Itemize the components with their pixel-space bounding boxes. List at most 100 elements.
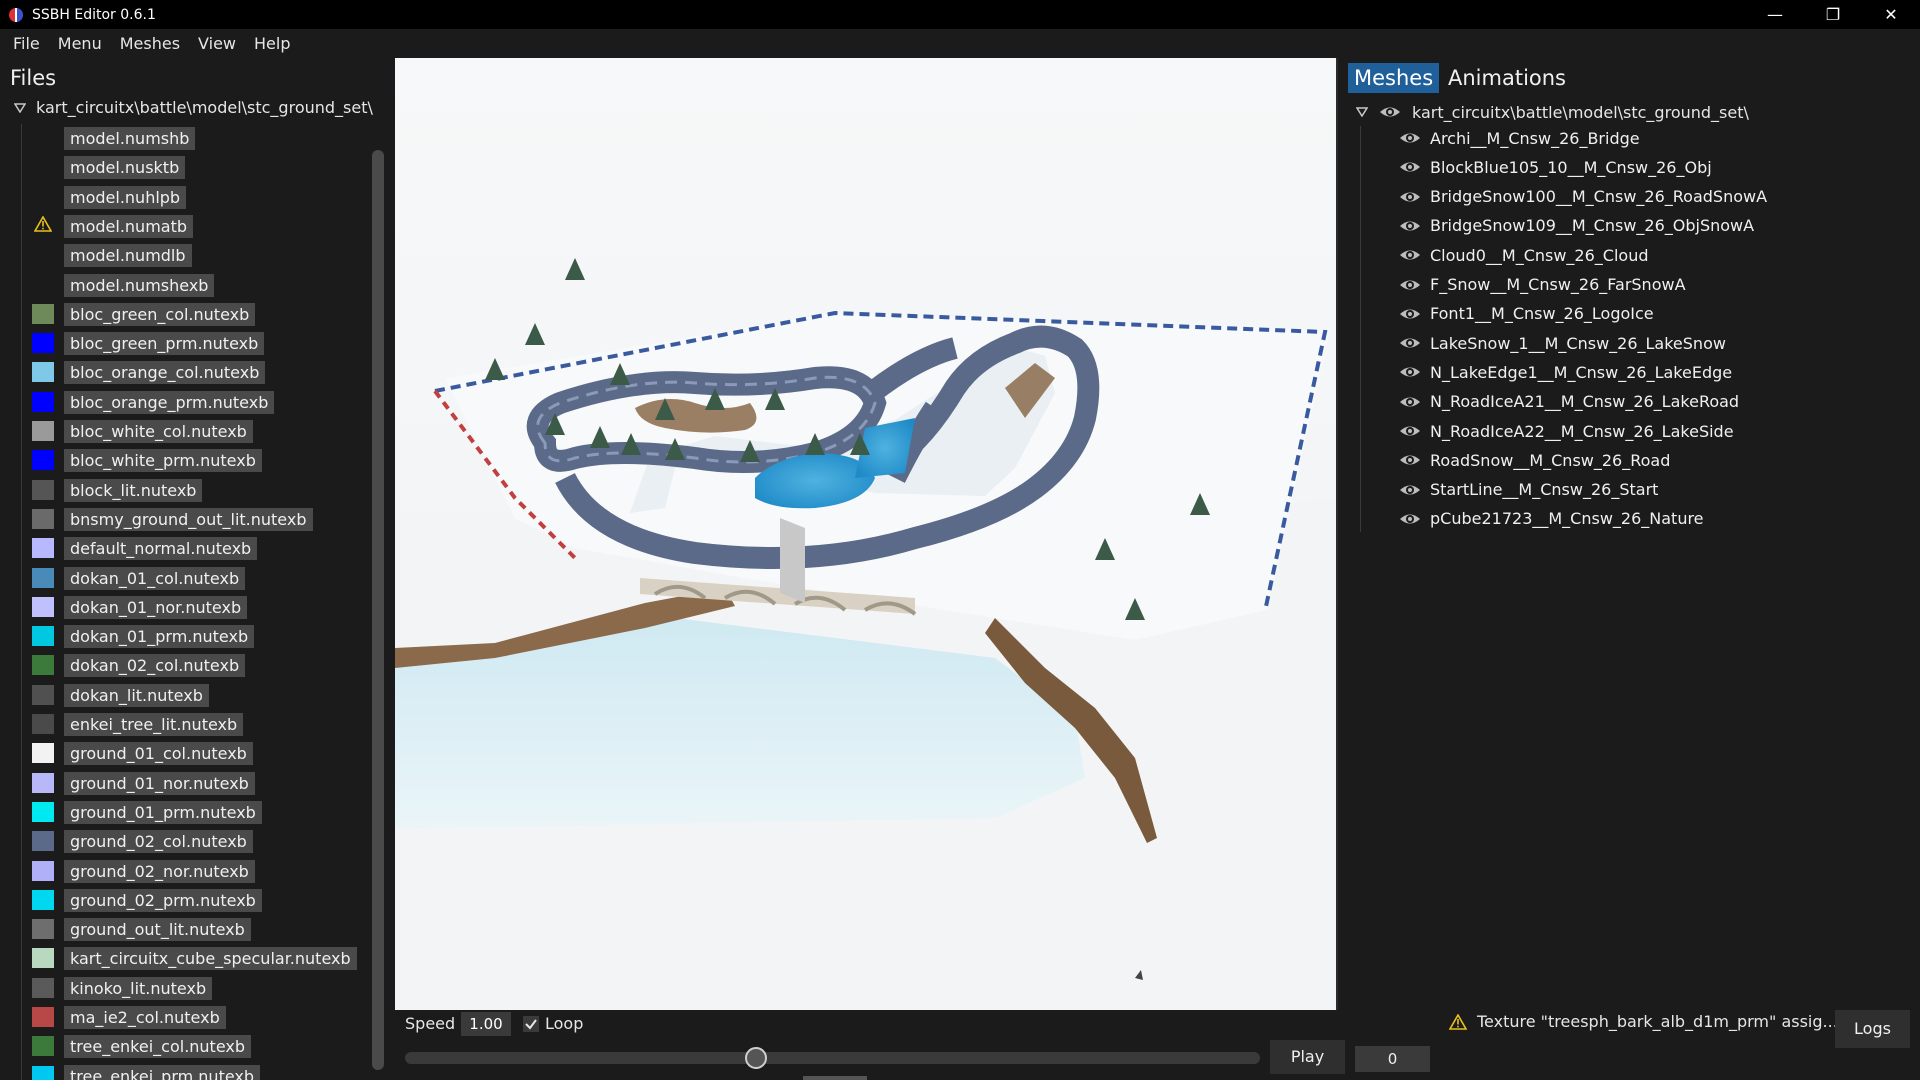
- file-list-item[interactable]: dokan_lit.nutexb: [0, 683, 378, 707]
- menu-bar: File Menu Meshes View Help: [0, 29, 1920, 58]
- menu-file[interactable]: File: [4, 34, 49, 53]
- eye-icon[interactable]: [1398, 155, 1422, 179]
- file-list-item[interactable]: ground_02_prm.nutexb: [0, 888, 378, 912]
- collapse-arrow-icon[interactable]: [14, 102, 26, 113]
- tab-meshes[interactable]: Meshes: [1348, 63, 1440, 93]
- mesh-root-folder[interactable]: kart_circuitx\battle\model\stc_ground_se…: [1356, 100, 1749, 124]
- mesh-list-item[interactable]: N_LakeEdge1__M_Cnsw_26_LakeEdge: [1398, 360, 1732, 384]
- close-button[interactable]: ✕: [1862, 0, 1920, 29]
- menu-view[interactable]: View: [189, 34, 245, 53]
- file-name: ground_02_col.nutexb: [64, 830, 253, 854]
- file-list-item[interactable]: ma_ie2_col.nutexb: [0, 1005, 378, 1029]
- mesh-list-item[interactable]: F_Snow__M_Cnsw_26_FarSnowA: [1398, 273, 1686, 297]
- file-list-item[interactable]: bloc_white_prm.nutexb: [0, 448, 378, 473]
- file-list-item[interactable]: model.numatb: [0, 214, 378, 238]
- files-root-folder[interactable]: kart_circuitx\battle\model\stc_ground_se…: [14, 98, 373, 117]
- file-name: model.numshexb: [64, 273, 215, 297]
- logs-button[interactable]: Logs: [1835, 1010, 1910, 1048]
- eye-icon[interactable]: [1398, 390, 1422, 414]
- eye-icon[interactable]: [1398, 360, 1422, 384]
- menu-help[interactable]: Help: [245, 34, 299, 53]
- mesh-list-item[interactable]: N_RoadIceA22__M_Cnsw_26_LakeSide: [1398, 419, 1734, 443]
- menu-menu[interactable]: Menu: [49, 34, 111, 53]
- file-name: ground_01_nor.nutexb: [64, 771, 255, 795]
- eye-icon[interactable]: [1398, 273, 1422, 297]
- files-scrollbar[interactable]: [372, 150, 384, 1070]
- file-list-item[interactable]: model.nusktb: [0, 155, 378, 180]
- eye-icon[interactable]: [1398, 507, 1422, 531]
- file-list-item[interactable]: model.numshexb: [0, 273, 378, 297]
- eye-icon[interactable]: [1398, 185, 1422, 209]
- file-list-item[interactable]: ground_01_prm.nutexb: [0, 800, 378, 824]
- eye-icon[interactable]: [1398, 478, 1422, 502]
- mesh-list-item[interactable]: BlockBlue105_10__M_Cnsw_26_Obj: [1398, 155, 1712, 179]
- file-list-item[interactable]: bloc_green_col.nutexb: [0, 302, 378, 326]
- mesh-list-item[interactable]: Font1__M_Cnsw_26_LogoIce: [1398, 302, 1654, 326]
- file-name: bloc_white_prm.nutexb: [64, 449, 262, 473]
- file-list-item[interactable]: ground_01_nor.nutexb: [0, 771, 378, 795]
- tab-animations[interactable]: Animations: [1442, 63, 1572, 93]
- timeline-handle[interactable]: [744, 1047, 767, 1069]
- eye-icon[interactable]: [1398, 214, 1422, 238]
- file-list-item[interactable]: model.nuhlpb: [0, 185, 378, 209]
- collapse-arrow-icon[interactable]: [1356, 107, 1368, 117]
- files-scroll-thumb[interactable]: [372, 150, 384, 1070]
- file-list-item[interactable]: bloc_orange_prm.nutexb: [0, 390, 378, 414]
- file-list-item[interactable]: tree_enkei_prm.nutexb: [0, 1064, 378, 1080]
- file-list-item[interactable]: bloc_green_prm.nutexb: [0, 331, 378, 356]
- file-list-item[interactable]: kinoko_lit.nutexb: [0, 976, 378, 1000]
- frame-input[interactable]: 0: [1355, 1046, 1430, 1072]
- eye-icon[interactable]: [1398, 419, 1422, 443]
- mesh-list-item[interactable]: pCube21723__M_Cnsw_26_Nature: [1398, 507, 1704, 531]
- file-list-item[interactable]: enkei_tree_lit.nutexb: [0, 712, 378, 736]
- texture-thumbnail: [32, 596, 54, 617]
- eye-icon[interactable]: [1398, 302, 1422, 326]
- file-list-item[interactable]: model.numshb: [0, 126, 378, 150]
- eye-icon[interactable]: [1378, 100, 1402, 124]
- file-list-item[interactable]: ground_out_lit.nutexb: [0, 917, 378, 942]
- mesh-list-item[interactable]: StartLine__M_Cnsw_26_Start: [1398, 478, 1658, 502]
- mesh-list-item[interactable]: Cloud0__M_Cnsw_26_Cloud: [1398, 243, 1648, 267]
- menu-meshes[interactable]: Meshes: [111, 34, 189, 53]
- status-message[interactable]: Texture "treesph_bark_alb_d1m_prm" assig…: [1449, 1012, 1838, 1031]
- minimize-button[interactable]: —: [1746, 0, 1804, 29]
- eye-icon[interactable]: [1398, 126, 1422, 150]
- file-name: bloc_green_col.nutexb: [64, 302, 256, 326]
- eye-icon[interactable]: [1398, 243, 1422, 267]
- loop-checkbox[interactable]: [523, 1016, 539, 1032]
- texture-thumbnail: [32, 362, 54, 383]
- play-button[interactable]: Play: [1270, 1040, 1345, 1074]
- file-list-item[interactable]: dokan_01_col.nutexb: [0, 566, 378, 590]
- file-list-item[interactable]: bloc_white_col.nutexb: [0, 419, 378, 443]
- timeline-slider[interactable]: [405, 1052, 1260, 1064]
- file-list-item[interactable]: ground_02_col.nutexb: [0, 829, 378, 854]
- file-list-item[interactable]: block_lit.nutexb: [0, 478, 378, 502]
- warning-icon: [34, 215, 52, 232]
- texture-thumbnail: [32, 655, 54, 676]
- file-list-item[interactable]: bnsmy_ground_out_lit.nutexb: [0, 507, 378, 531]
- file-list-item[interactable]: bloc_orange_col.nutexb: [0, 360, 378, 385]
- texture-thumbnail: [32, 1065, 54, 1080]
- file-list-item[interactable]: dokan_01_prm.nutexb: [0, 624, 378, 649]
- 3d-viewport[interactable]: [395, 58, 1338, 1010]
- file-list-item[interactable]: dokan_02_col.nutexb: [0, 653, 378, 678]
- app-icon: [9, 7, 23, 22]
- eye-icon[interactable]: [1398, 331, 1422, 355]
- mesh-list-item[interactable]: N_RoadIceA21__M_Cnsw_26_LakeRoad: [1398, 390, 1739, 414]
- mesh-root-label: kart_circuitx\battle\model\stc_ground_se…: [1412, 102, 1749, 122]
- restore-button[interactable]: ❐: [1804, 0, 1862, 29]
- file-list-item[interactable]: default_normal.nutexb: [0, 536, 378, 561]
- speed-input[interactable]: 1.00: [461, 1012, 511, 1036]
- file-list-item[interactable]: tree_enkei_col.nutexb: [0, 1034, 378, 1059]
- mesh-list-item[interactable]: BridgeSnow109__M_Cnsw_26_ObjSnowA: [1398, 214, 1754, 238]
- file-list-item[interactable]: model.numdlb: [0, 243, 378, 268]
- file-list-item[interactable]: dokan_01_nor.nutexb: [0, 595, 378, 619]
- file-list-item[interactable]: ground_01_col.nutexb: [0, 741, 378, 766]
- mesh-list-item[interactable]: BridgeSnow100__M_Cnsw_26_RoadSnowA: [1398, 185, 1767, 209]
- mesh-list-item[interactable]: Archi__M_Cnsw_26_Bridge: [1398, 126, 1640, 150]
- mesh-list-item[interactable]: LakeSnow_1__M_Cnsw_26_LakeSnow: [1398, 331, 1726, 355]
- file-list-item[interactable]: kart_circuitx_cube_specular.nutexb: [0, 946, 378, 971]
- file-list-item[interactable]: ground_02_nor.nutexb: [0, 859, 378, 883]
- mesh-list-item[interactable]: RoadSnow__M_Cnsw_26_Road: [1398, 448, 1670, 472]
- eye-icon[interactable]: [1398, 448, 1422, 472]
